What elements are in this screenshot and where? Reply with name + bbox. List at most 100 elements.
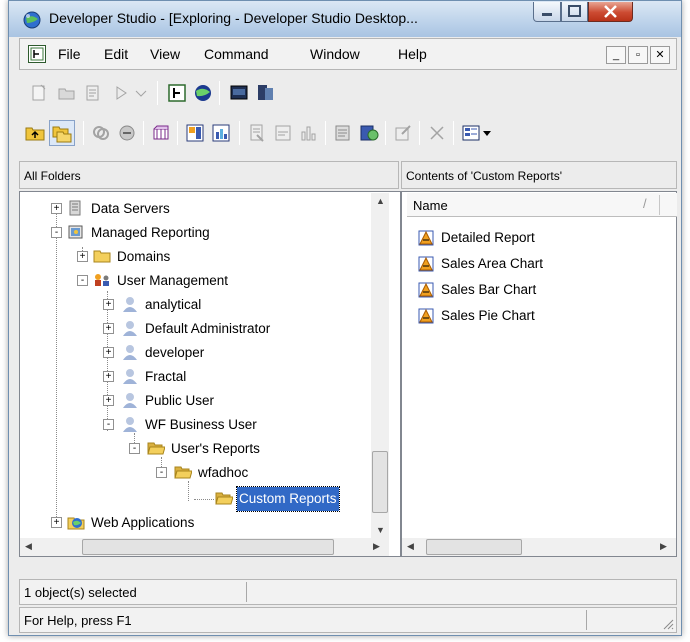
sort-indicator: / [643,196,647,211]
report-layout-icon[interactable] [185,123,205,143]
minimize-button[interactable] [533,2,561,22]
toolbar-separator [143,121,144,145]
document-gray-icon[interactable] [333,123,353,143]
contents-pane-header: Contents of 'Custom Reports' [401,161,677,189]
scroll-down-icon[interactable]: ▼ [376,525,385,535]
toolbar-explorer [19,115,679,151]
folders-toggle-button[interactable] [49,120,75,146]
toolbar-separator [239,121,240,145]
user-icon [123,369,137,384]
cube-icon[interactable] [151,123,171,143]
scroll-thumb[interactable] [82,539,334,555]
dropdown-arrow-icon[interactable] [479,123,499,143]
report-icon [418,256,434,272]
scroll-right-icon[interactable]: ▶ [373,541,380,552]
menu-help[interactable]: Help [398,46,427,62]
expand-toggle[interactable]: + [103,299,114,310]
connect-icon[interactable] [117,123,137,143]
status-divider [586,610,587,630]
collapse-toggle[interactable]: - [103,419,114,430]
folder-open-icon [215,492,233,505]
web-app-icon [67,517,85,530]
folders-icon [52,126,72,143]
window-title: Developer Studio - [Exploring - Develope… [49,10,418,26]
close-icon: ✕ [655,49,665,61]
graph-layout-icon[interactable] [211,123,231,143]
resize-grip-icon[interactable] [660,616,674,630]
toolbar-separator [219,81,220,105]
close-icon [604,5,617,18]
chevron-down-icon[interactable] [131,83,151,103]
tree-horizontal-scrollbar[interactable]: ◀ ▶ [20,538,389,556]
column-name[interactable]: Name [413,198,448,213]
collapse-toggle[interactable]: - [77,275,88,286]
close-button[interactable] [588,2,633,22]
help-status: For Help, press F1 [24,613,132,628]
delete-icon[interactable] [427,123,447,143]
users-icon [95,274,109,286]
toolbar-separator [83,121,84,145]
scroll-left-icon[interactable]: ◀ [25,541,32,552]
toolbar-separator [419,121,420,145]
user-icon [123,393,137,408]
scroll-right-icon[interactable]: ▶ [660,541,667,552]
folder-open-icon [147,442,165,455]
scroll-thumb[interactable] [372,451,388,513]
link-icon[interactable] [91,123,111,143]
publish-icon[interactable] [359,123,379,143]
expand-toggle[interactable]: + [103,323,114,334]
maximize-button[interactable] [561,2,588,22]
designer-icon[interactable] [167,83,187,103]
managed-reporting-icon [68,225,83,239]
collapse-toggle[interactable]: - [51,227,62,238]
server-icon [69,200,81,216]
expand-toggle[interactable]: + [103,371,114,382]
edit-properties-icon[interactable] [393,123,413,143]
column-divider[interactable] [659,195,660,215]
collapse-toggle[interactable]: - [129,443,140,454]
up-folder-icon[interactable] [25,123,45,143]
report-icon [418,308,434,324]
document-icon[interactable] [28,45,46,63]
collapse-toggle[interactable]: - [156,467,167,478]
user-icon [123,345,137,360]
menu-edit[interactable]: Edit [104,46,128,62]
menu-view[interactable]: View [150,46,180,62]
folder-tree[interactable] [19,191,401,557]
selection-status-bar: 1 object(s) selected [19,579,677,605]
scroll-left-icon[interactable]: ◀ [407,541,414,552]
bar-chart-icon[interactable] [299,123,319,143]
view-options-icon[interactable] [461,123,481,143]
expand-toggle[interactable]: + [77,251,88,262]
expand-toggle[interactable]: + [51,203,62,214]
new-icon[interactable] [29,83,49,103]
web-globe-icon[interactable] [193,83,213,103]
expand-toggle[interactable]: + [51,517,62,528]
procedure-icon[interactable] [247,123,267,143]
run-icon[interactable] [111,83,131,103]
list-horizontal-scrollbar[interactable]: ◀ ▶ [402,538,676,556]
open-icon[interactable] [57,83,77,103]
minimize-icon: _ [612,49,620,61]
console-icon[interactable] [229,83,249,103]
tree-guide-line [56,209,57,519]
toolbar-separator [177,121,178,145]
title-bar[interactable]: Developer Studio - [Exploring - Develope… [9,1,681,37]
expand-toggle[interactable]: + [103,395,114,406]
restore-icon: ▫ [636,49,640,61]
properties-icon[interactable] [83,83,103,103]
list-column-header[interactable]: Name / [407,193,677,217]
html-page-icon[interactable] [273,123,293,143]
menu-command[interactable]: Command [204,46,269,62]
windows-icon[interactable] [255,83,275,103]
expand-toggle[interactable]: + [103,347,114,358]
mdi-close-button[interactable]: ✕ [650,46,670,64]
scroll-thumb[interactable] [426,539,522,555]
tree-vertical-scrollbar[interactable]: ▲ ▼ [371,193,389,538]
menu-window[interactable]: Window [310,46,360,62]
mdi-minimize-button[interactable]: _ [606,46,626,64]
scroll-up-icon[interactable]: ▲ [376,196,385,206]
menu-file[interactable]: File [58,46,81,62]
mdi-restore-button[interactable]: ▫ [628,46,648,64]
tree-guide-line [188,481,189,501]
